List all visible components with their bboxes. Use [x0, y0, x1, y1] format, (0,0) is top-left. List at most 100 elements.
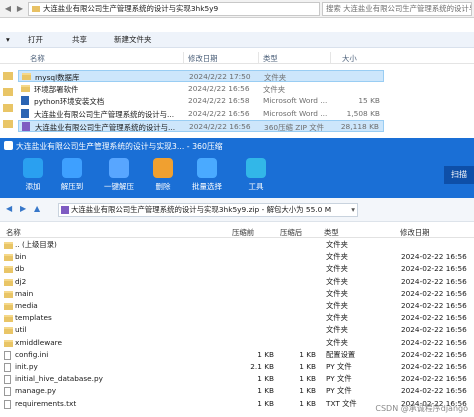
archive-file-type: 文件夹: [326, 252, 348, 262]
file-icon: [4, 387, 11, 397]
new-folder-button[interactable]: 新建文件夹: [114, 34, 152, 46]
back-icon[interactable]: ◀: [6, 204, 12, 213]
archive-row[interactable]: init.py 2.1 KB 1 KB PY 文件 2024-02-22 16:56: [0, 362, 474, 373]
tools-icon: [246, 158, 266, 178]
watermark-text: CSDN @承诚程序django: [375, 404, 468, 413]
search-input[interactable]: 搜索 大连盐业有限公司生产管理系统的设计与实现3hk5y9: [322, 2, 472, 16]
toolbar-add-button[interactable]: 添加: [13, 158, 53, 196]
archive-file-type: 文件夹: [326, 288, 348, 298]
file-row[interactable]: mysql数据库 2024/2/22 17:50 文件夹: [18, 70, 384, 82]
toolbar-label: 解压到: [60, 182, 84, 191]
archive-file-name: util: [15, 325, 27, 335]
archive-size-before: 1 KB: [257, 398, 274, 408]
archive-title-bar: 大连盐业有限公司生产管理系统的设计与实现3... - 360压缩: [0, 138, 474, 154]
archive-size-before: 1 KB: [257, 374, 274, 384]
archive-file-type: PY 文件: [326, 362, 352, 371]
file-list-header: 名称 修改日期 类型 大小: [0, 52, 474, 64]
archive-toolbar: 添加 解压到 一键解压 删除 批量选择 工具: [0, 154, 474, 198]
toolbar-delete-button[interactable]: 删除: [143, 158, 183, 196]
archive-size-after: 1 KB: [299, 398, 316, 408]
archive-file-type: TXT 文件: [326, 398, 357, 408]
toolbar-batch-select-button[interactable]: 批量选择: [187, 158, 227, 196]
archive-row[interactable]: config.ini 1 KB 1 KB 配置设置 2024-02-22 16:56: [0, 350, 474, 361]
column-type[interactable]: 类型: [263, 53, 278, 64]
archive-row[interactable]: templates 文件夹 2024-02-22 16:56: [0, 313, 474, 324]
archive-file-modified: 2024-02-22 16:56: [401, 313, 467, 323]
forward-icon[interactable]: ▶: [20, 204, 26, 213]
file-type: Microsoft Word ...: [263, 96, 328, 105]
folder-icon[interactable]: [3, 72, 13, 80]
file-row[interactable]: 大连盐业有限公司生产管理系统的设计与... 2024/2/22 16:56 Micr…: [18, 108, 384, 120]
folder-icon: [4, 266, 13, 274]
archive-row[interactable]: manage.py 1 KB 1 KB PY 文件 2024-02-22 16:56: [0, 386, 474, 397]
archive-row[interactable]: util 文件夹 2024-02-22 16:56: [0, 325, 474, 336]
file-size: 15 KB: [358, 96, 380, 105]
archive-file-type: 文件夹: [326, 276, 348, 286]
archive-file-modified: 2024-02-22 16:56: [401, 301, 467, 310]
file-row[interactable]: 大连盐业有限公司生产管理系统的设计与... 2024/2/22 16:56 360压…: [18, 120, 384, 132]
file-type: 360压缩 ZIP 文件: [264, 123, 325, 132]
scan-button[interactable]: 扫描: [444, 166, 474, 184]
forward-icon[interactable]: ▶: [13, 2, 27, 16]
archive-file-name: dj2: [15, 276, 27, 286]
zcolumn-type[interactable]: 类型: [324, 227, 339, 238]
column-name[interactable]: 名称: [30, 53, 45, 64]
address-bar[interactable]: 大连盐业有限公司生产管理系统的设计与实现3hk5y9: [28, 2, 320, 16]
delete-icon: [153, 158, 173, 178]
file-type: 文件夹: [264, 73, 287, 82]
archive-row[interactable]: initial_hive_database.py 1 KB 1 KB PY 文件 202…: [0, 374, 474, 385]
toolbar-tools-button[interactable]: 工具: [236, 158, 276, 196]
archive-file-name: templates: [15, 313, 52, 323]
archive-file-type: 文件夹: [326, 313, 348, 323]
address-text: 大连盐业有限公司生产管理系统的设计与实现3hk5y9: [43, 4, 219, 13]
archive-file-modified: 2024-02-22 16:56: [401, 252, 467, 262]
archive-file-name: bin: [15, 252, 27, 262]
archive-file-name: media: [15, 301, 38, 310]
archive-file-type: 文件夹: [326, 337, 348, 347]
archive-size-after: 1 KB: [299, 374, 316, 384]
organize-menu-icon[interactable]: ▾: [6, 34, 10, 46]
zcolumn-modified[interactable]: 修改日期: [400, 227, 430, 238]
archive-row[interactable]: .. (上级目录) 文件夹: [0, 240, 474, 251]
folder-icon[interactable]: [3, 104, 13, 112]
archive-row[interactable]: dj2 文件夹 2024-02-22 16:56: [0, 277, 474, 288]
file-row[interactable]: python环境安装文档 2024/2/22 16:58 Microsoft Wor…: [18, 95, 384, 107]
folder-icon[interactable]: [3, 88, 13, 96]
archive-file-modified: 2024-02-22 16:56: [401, 325, 467, 335]
archive-path-input[interactable]: 大连盐业有限公司生产管理系统的设计与实现3hk5y9.zip - 解包大小为 5…: [58, 203, 358, 217]
archive-row[interactable]: db 文件夹 2024-02-22 16:56: [0, 264, 474, 275]
file-modified: 2024/2/22 16:56: [188, 108, 250, 118]
archive-row[interactable]: xmiddleware 文件夹 2024-02-22 16:56: [0, 338, 474, 349]
word-doc-icon: [21, 108, 29, 118]
folder-icon[interactable]: [3, 120, 13, 128]
chevron-down-icon[interactable]: ▾: [351, 204, 355, 216]
zcolumn-original[interactable]: 压缩后: [280, 227, 302, 238]
file-size: 28,118 KB: [340, 122, 379, 131]
zcolumn-name[interactable]: 名称: [6, 227, 21, 238]
folder-icon: [4, 242, 13, 249]
file-row[interactable]: 环境部署软件 2024/2/22 16:56 文件夹: [18, 83, 384, 95]
file-type: 文件夹: [263, 84, 286, 94]
zcolumn-compressed[interactable]: 压缩前: [232, 227, 254, 238]
file-modified: 2024/2/22 16:56: [189, 122, 251, 131]
archive-size-after: 1 KB: [299, 386, 316, 396]
archive-row[interactable]: bin 文件夹 2024-02-22 16:56: [0, 252, 474, 263]
toolbar-one-click-extract-button[interactable]: 一键解压: [99, 158, 139, 196]
archive-file-name: main: [15, 288, 34, 298]
archive-row[interactable]: main 文件夹 2024-02-22 16:56: [0, 289, 474, 300]
archive-file-name: db: [15, 264, 25, 274]
share-button[interactable]: 共享: [72, 34, 87, 46]
folder-icon: [4, 290, 13, 298]
file-icon: [4, 399, 11, 409]
toolbar-extract-to-button[interactable]: 解压到: [52, 158, 92, 196]
file-name: mysql数据库: [35, 73, 80, 82]
up-icon[interactable]: ▲: [34, 204, 40, 213]
archive-file-type: 文件夹: [326, 240, 348, 249]
archive-row[interactable]: media 文件夹 2024-02-22 16:56: [0, 301, 474, 312]
archive-file-name: manage.py: [15, 386, 57, 396]
column-size[interactable]: 大小: [342, 53, 357, 64]
open-button[interactable]: 打开: [28, 34, 43, 46]
column-modified[interactable]: 修改日期: [188, 53, 218, 64]
word-doc-icon: [21, 96, 29, 105]
folder-icon: [4, 327, 13, 335]
